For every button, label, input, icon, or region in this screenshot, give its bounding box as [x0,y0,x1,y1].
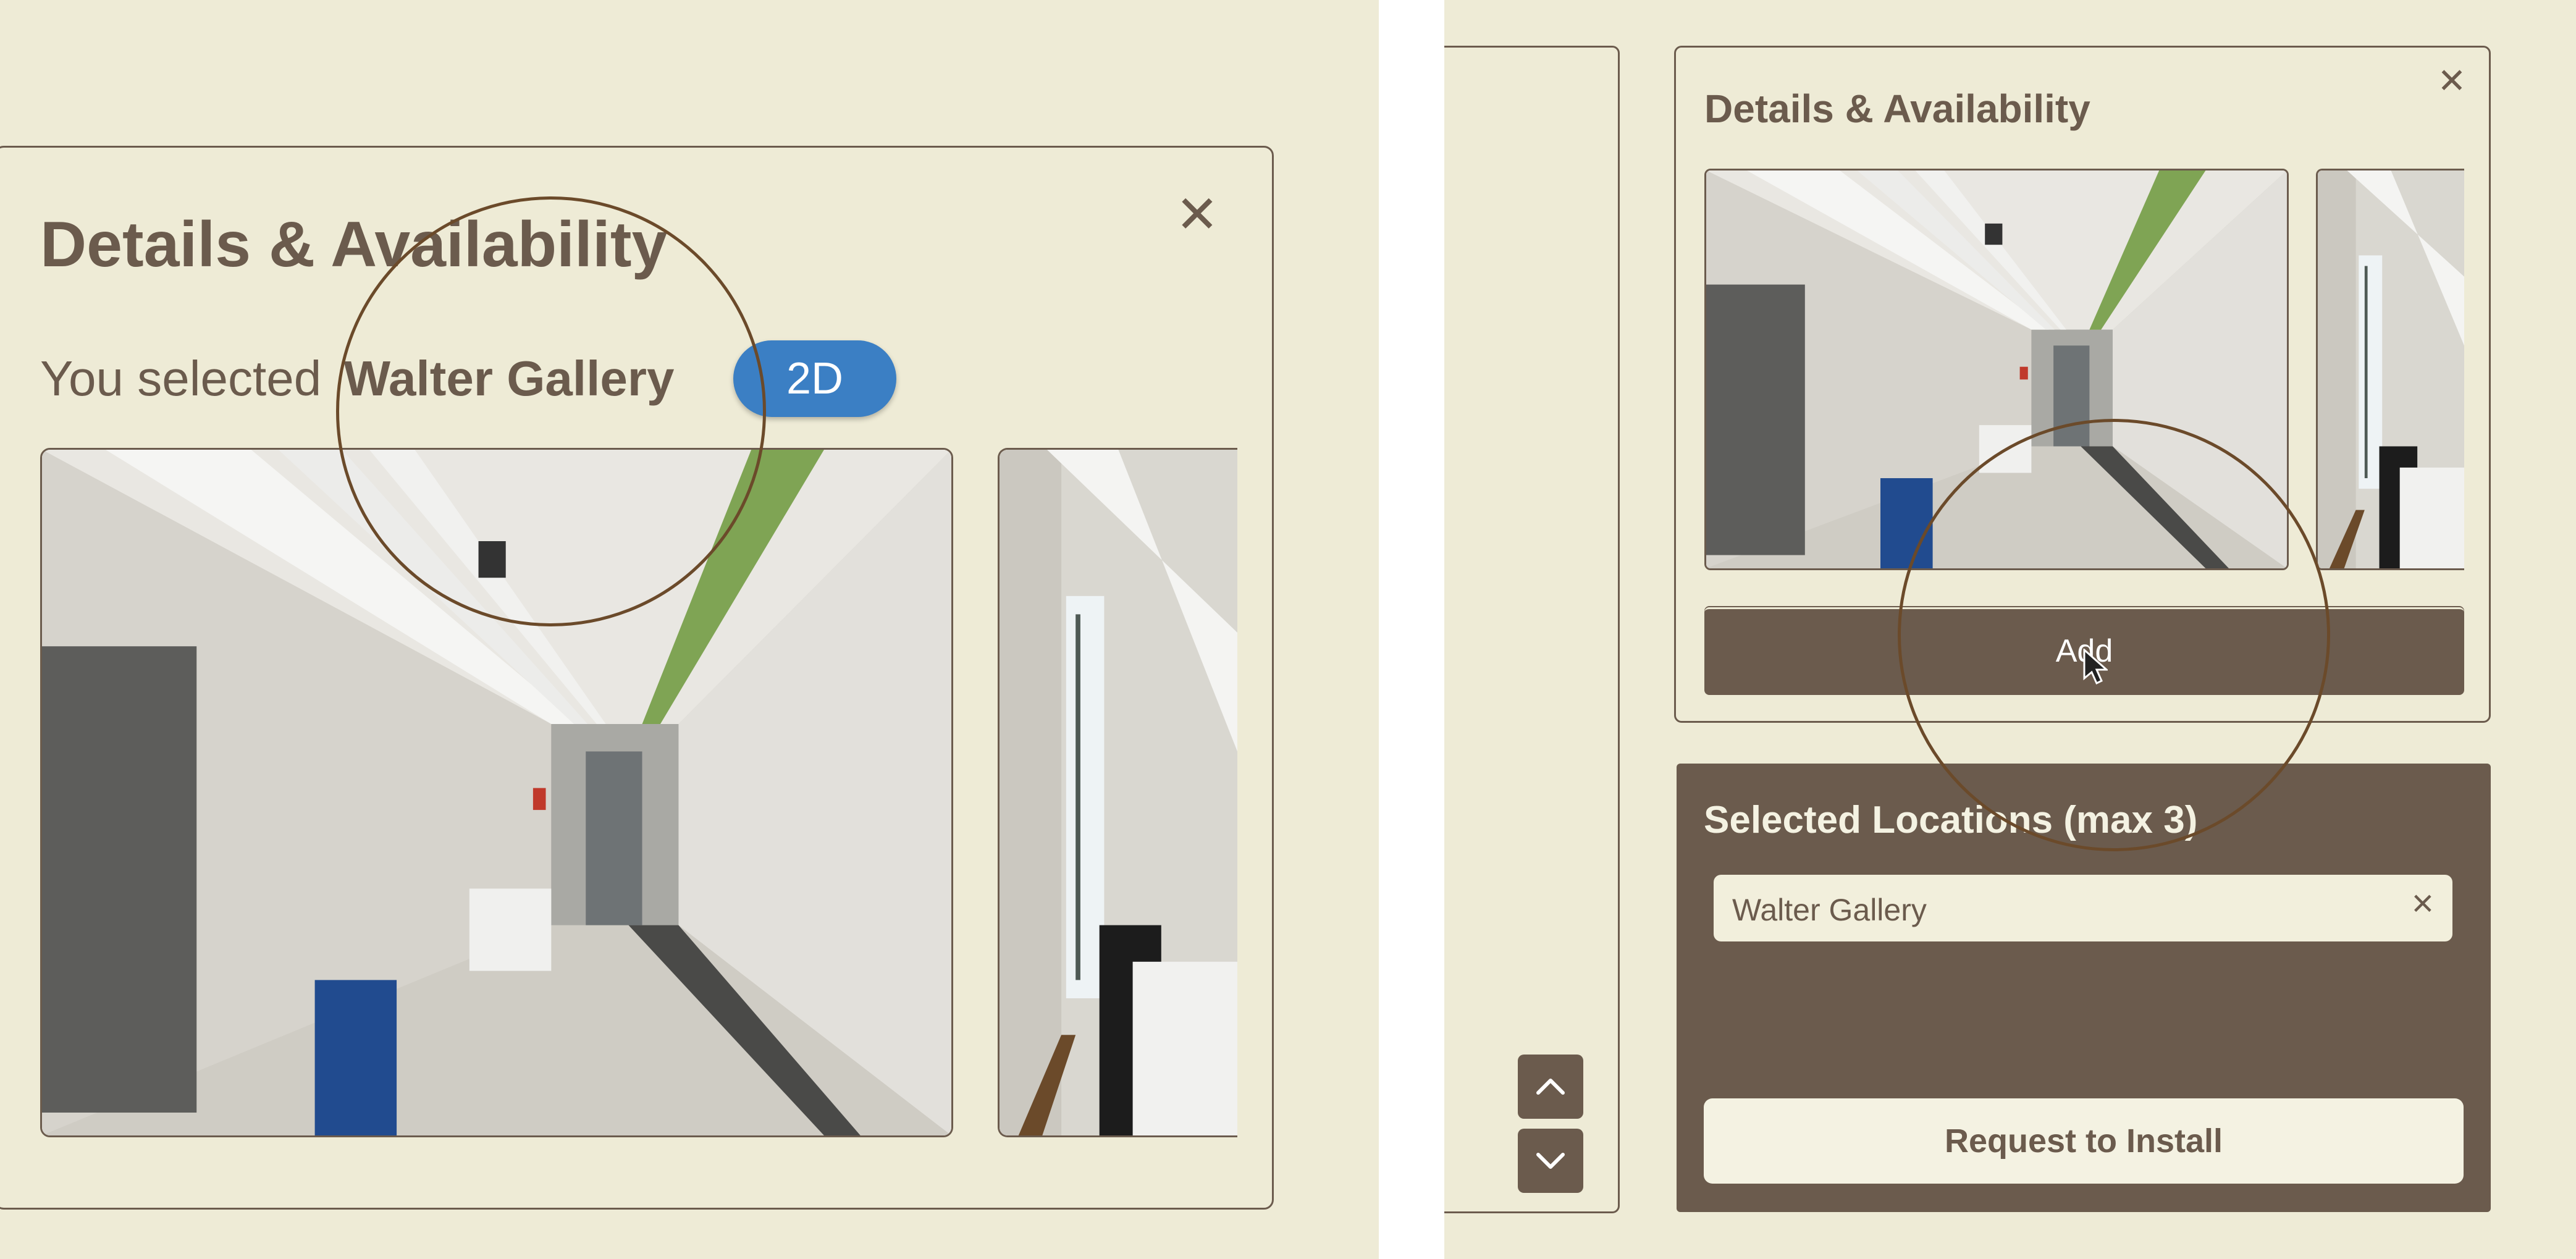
chip-label: Walter Gallery [1732,893,1927,927]
selected-locations-panel: Selected Locations (max 3) Walter Galler… [1677,764,2491,1212]
left-panel: Details & Availability ✕ You selected Wa… [0,0,1379,1259]
location-photo [1704,169,2289,570]
details-modal: Details & Availability ✕ Add [1674,46,2491,723]
modal-title: Details & Availability [40,209,668,280]
scroll-down-button[interactable] [1518,1129,1583,1193]
mouse-cursor-icon [2083,649,2108,685]
request-to-install-button[interactable]: Request to Install [1704,1098,2464,1184]
selection-summary: You selected Walter Gallery [40,350,674,407]
selected-locations-heading: Selected Locations (max 3) [1704,799,2198,841]
chevron-up-icon [1536,1079,1565,1095]
hallway-photo [1000,450,1237,1135]
right-panel: Details & Availability ✕ Add Selected Lo… [1444,0,2576,1259]
selected-location-chip: Walter Gallery × [1714,875,2452,941]
location-photo [40,448,953,1137]
hallway-photo [1706,171,2287,568]
details-modal: Details & Availability ✕ You selected Wa… [0,146,1274,1210]
close-icon[interactable]: ✕ [1169,188,1225,244]
modal-title: Details & Availability [1704,86,2090,131]
remove-chip-icon[interactable]: × [2412,885,2434,923]
chevron-down-icon [1536,1153,1565,1169]
hallway-photo [2318,171,2464,568]
scroll-up-button[interactable] [1518,1055,1583,1119]
selected-location-name: Walter Gallery [343,351,675,406]
view-mode-badge[interactable]: 2D [733,340,896,417]
close-icon[interactable]: ✕ [2433,64,2470,101]
location-photo-next [2316,169,2464,570]
hallway-photo [42,450,951,1135]
selected-prefix: You selected [40,351,322,406]
location-photo-next [998,448,1237,1137]
list-panel [1444,46,1620,1213]
